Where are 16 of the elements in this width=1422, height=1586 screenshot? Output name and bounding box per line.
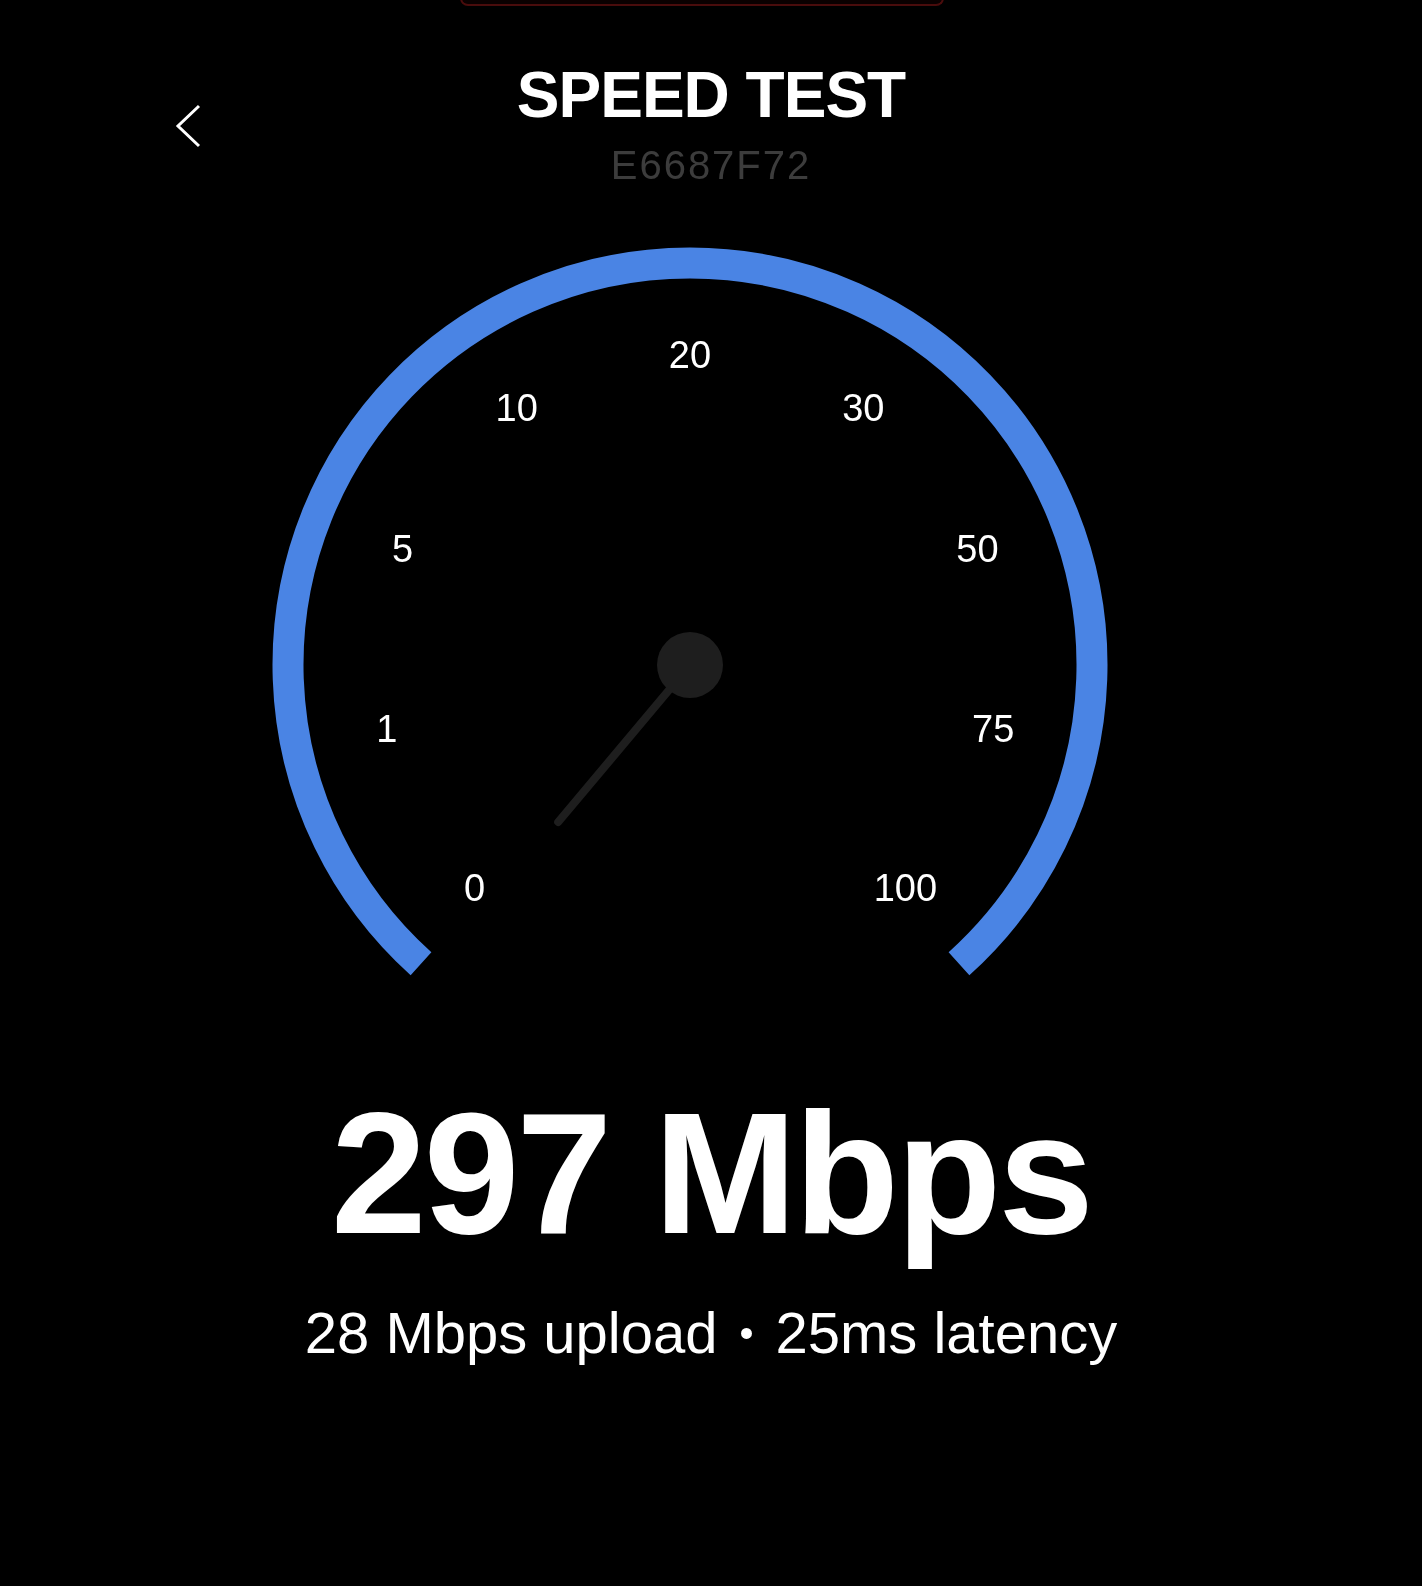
scale-label: 30 [842, 387, 885, 429]
download-speed: 297 Mbps [330, 1076, 1092, 1271]
scale-label: 75 [972, 708, 1015, 751]
scale-label: 100 [873, 867, 938, 909]
separator-dot: • [739, 1310, 754, 1357]
scale-label: 5 [392, 527, 414, 570]
scale-label: 0 [464, 867, 486, 909]
scale-label: 1 [376, 708, 398, 751]
scale-label: 50 [956, 527, 999, 570]
latency: 25ms latency [775, 1299, 1118, 1367]
scale-label: 20 [668, 334, 712, 376]
upload-speed: 28 Mbps upload [304, 1299, 718, 1367]
screen-title: SPEED TEST [516, 60, 906, 130]
scale-label: 10 [495, 387, 538, 429]
back-chevron-icon [175, 104, 201, 148]
device-id: E6687F72 [610, 142, 812, 188]
